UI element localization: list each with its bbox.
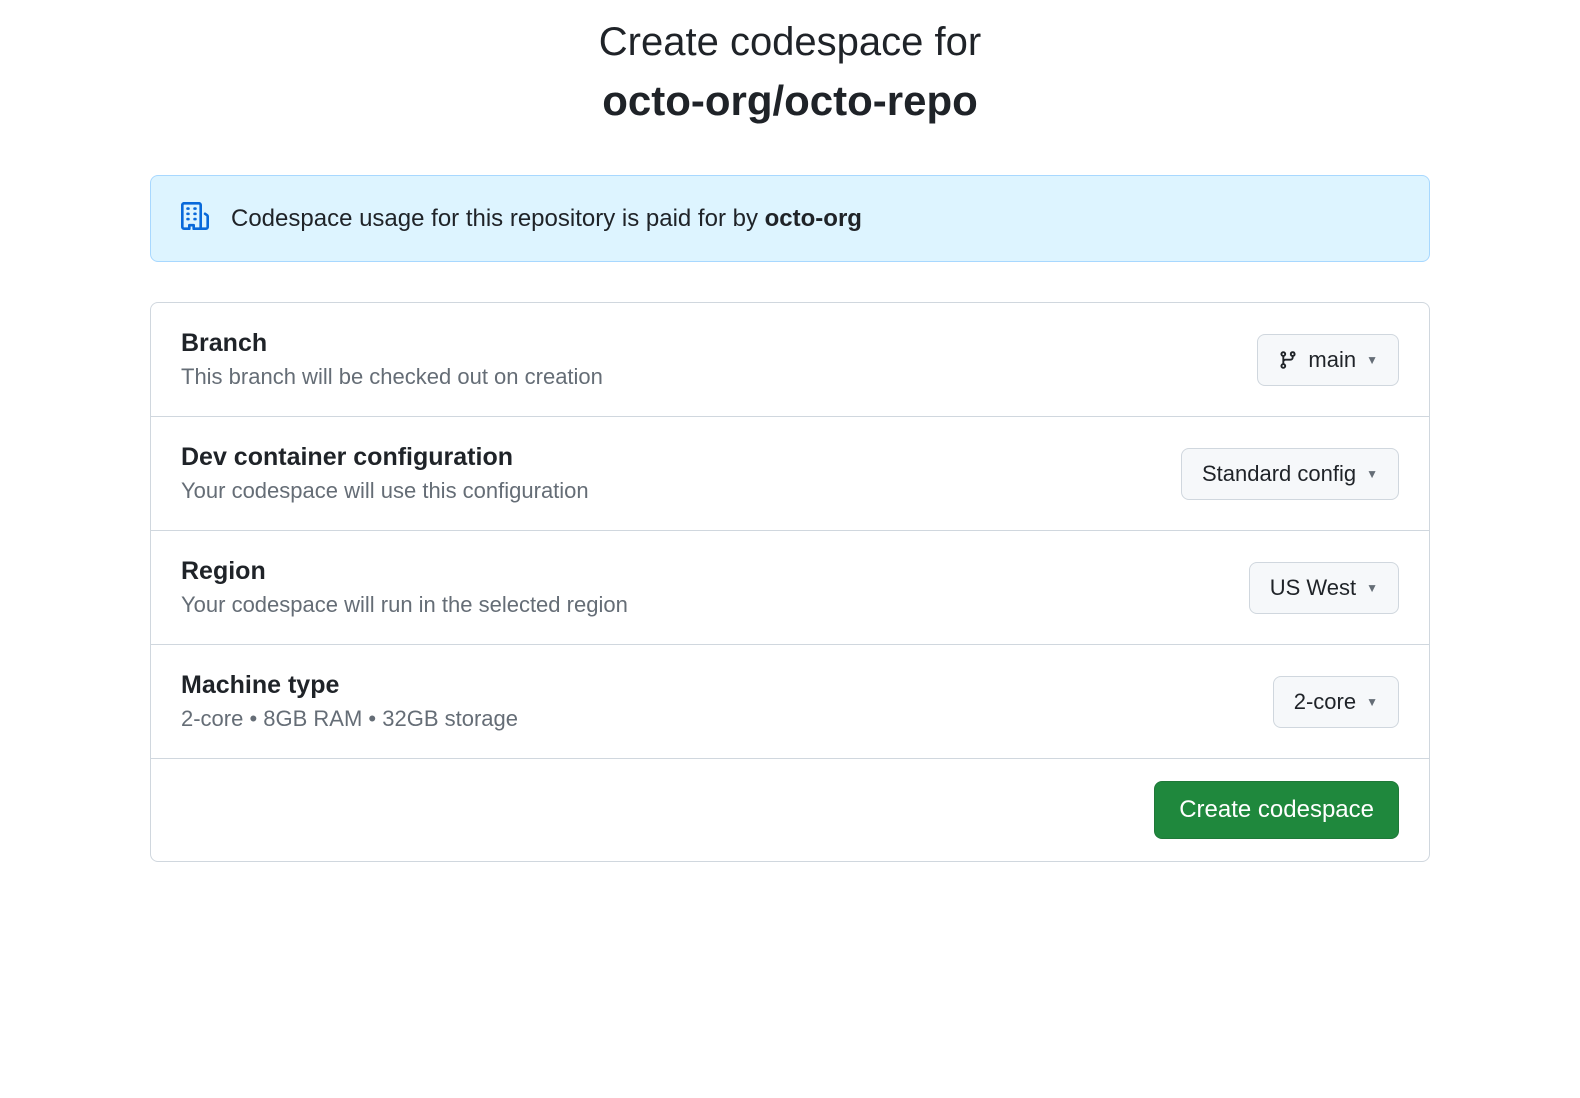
caret-down-icon: ▼ <box>1366 467 1378 481</box>
setting-row-machine-type: Machine type 2-core • 8GB RAM • 32GB sto… <box>151 645 1429 759</box>
create-codespace-button[interactable]: Create codespace <box>1154 781 1399 839</box>
setting-label: Dev container configuration Your codespa… <box>181 443 1181 504</box>
setting-label: Region Your codespace will run in the se… <box>181 557 1249 618</box>
action-row: Create codespace <box>151 759 1429 861</box>
machine-type-description: 2-core • 8GB RAM • 32GB storage <box>181 706 1273 732</box>
caret-down-icon: ▼ <box>1366 695 1378 709</box>
settings-panel: Branch This branch will be checked out o… <box>150 302 1430 862</box>
branch-selector[interactable]: main ▼ <box>1257 334 1399 386</box>
billing-info-text: Codespace usage for this repository is p… <box>231 205 862 233</box>
git-branch-icon <box>1278 350 1298 370</box>
dev-container-description: Your codespace will use this configurati… <box>181 478 1181 504</box>
machine-type-value: 2-core <box>1294 689 1356 715</box>
billing-info-banner: Codespace usage for this repository is p… <box>150 175 1430 262</box>
dev-container-title: Dev container configuration <box>181 443 1181 472</box>
machine-type-selector[interactable]: 2-core ▼ <box>1273 676 1399 728</box>
machine-type-title: Machine type <box>181 671 1273 700</box>
caret-down-icon: ▼ <box>1366 581 1378 595</box>
region-title: Region <box>181 557 1249 586</box>
billing-info-prefix: Codespace usage for this repository is p… <box>231 205 765 232</box>
page-repo-name: octo-org/octo-repo <box>150 77 1430 125</box>
setting-row-dev-container: Dev container configuration Your codespa… <box>151 417 1429 531</box>
region-description: Your codespace will run in the selected … <box>181 592 1249 618</box>
branch-title: Branch <box>181 329 1257 358</box>
setting-label: Machine type 2-core • 8GB RAM • 32GB sto… <box>181 671 1273 732</box>
dev-container-value: Standard config <box>1202 461 1356 487</box>
page-header: Create codespace for octo-org/octo-repo <box>150 20 1430 125</box>
organization-icon <box>181 202 209 235</box>
region-value: US West <box>1270 575 1356 601</box>
setting-label: Branch This branch will be checked out o… <box>181 329 1257 390</box>
branch-value: main <box>1308 347 1356 373</box>
setting-row-branch: Branch This branch will be checked out o… <box>151 303 1429 417</box>
caret-down-icon: ▼ <box>1366 353 1378 367</box>
billing-org-name: octo-org <box>765 205 862 232</box>
setting-row-region: Region Your codespace will run in the se… <box>151 531 1429 645</box>
branch-description: This branch will be checked out on creat… <box>181 364 1257 390</box>
page-title: Create codespace for <box>150 20 1430 65</box>
dev-container-selector[interactable]: Standard config ▼ <box>1181 448 1399 500</box>
region-selector[interactable]: US West ▼ <box>1249 562 1399 614</box>
